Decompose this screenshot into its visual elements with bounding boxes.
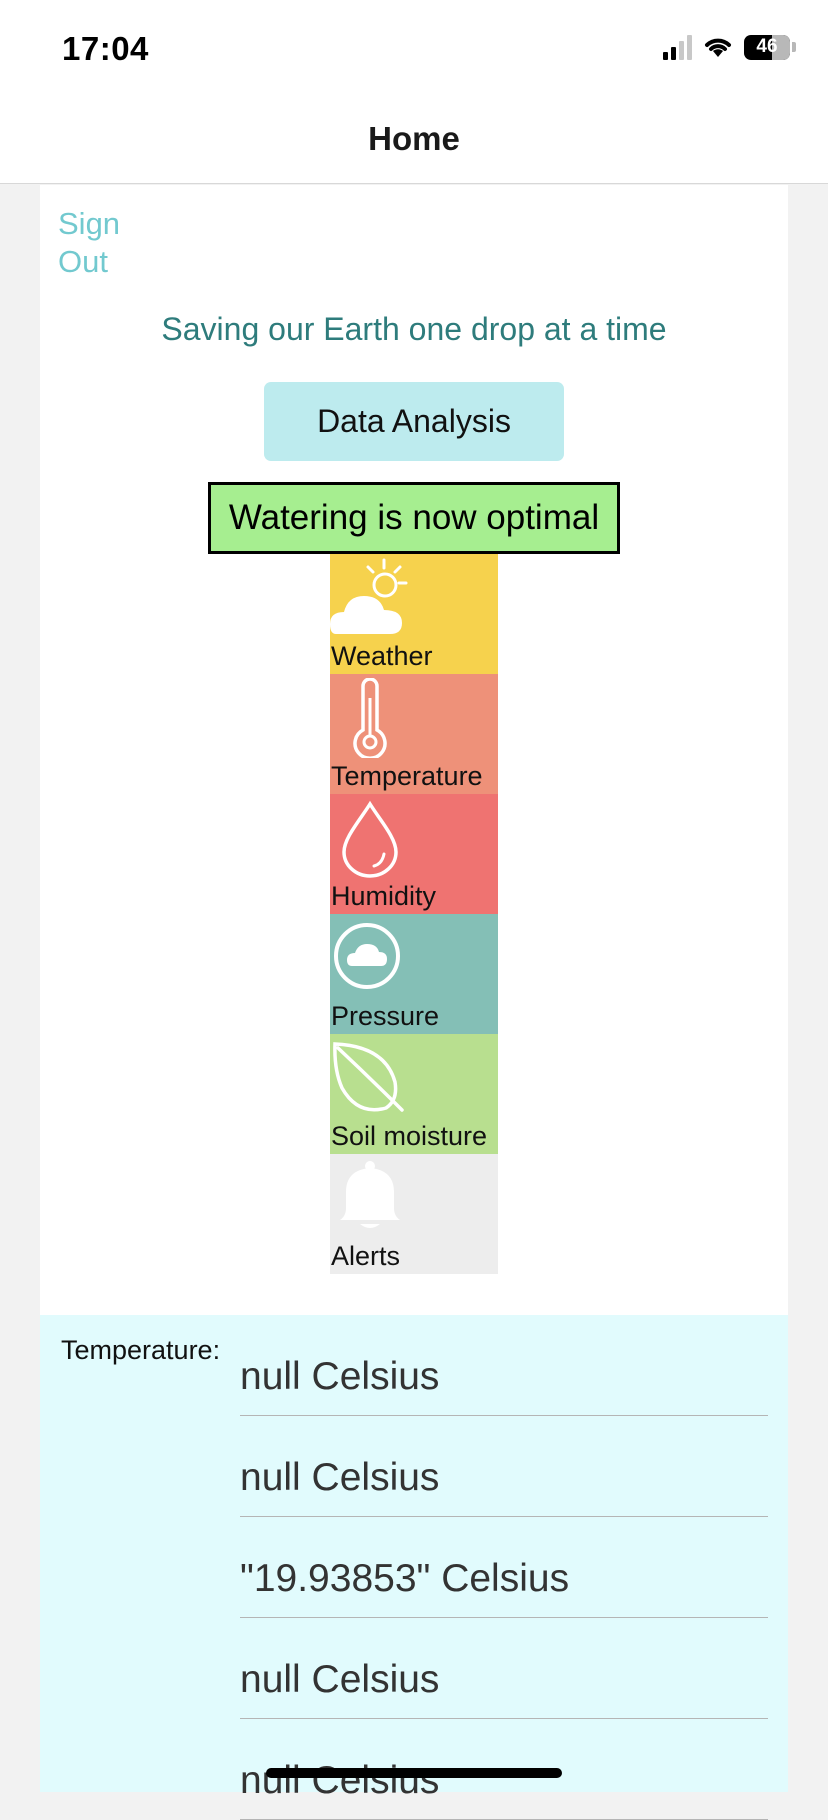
tile-label: Alerts <box>331 1241 401 1271</box>
tile-label: Weather <box>331 641 433 671</box>
tile-label: Soil moisture <box>331 1121 488 1151</box>
battery-level: 46 <box>756 36 778 57</box>
tile-label: Humidity <box>331 881 437 911</box>
watering-status-banner: Watering is now optimal <box>208 482 620 554</box>
status-icons: 46 <box>663 34 796 60</box>
list-item: null Celsius <box>240 1315 768 1416</box>
main-content: Sign Out Saving our Earth one drop at a … <box>40 185 788 1315</box>
status-time: 17:04 <box>62 30 149 67</box>
cellular-signal-icon <box>663 34 692 60</box>
tile-temperature[interactable]: Temperature <box>330 674 498 794</box>
tile-alerts[interactable]: Alerts <box>330 1154 498 1274</box>
temperature-label: Temperature: <box>61 1335 221 1365</box>
navigation-bar: Home <box>0 92 828 184</box>
temperature-readings-list[interactable]: null Celsius null Celsius "19.93853" Cel… <box>240 1315 768 1820</box>
page-title: Home <box>368 120 460 157</box>
tagline: Saving our Earth one drop at a time <box>161 311 667 347</box>
home-indicator[interactable] <box>266 1768 562 1778</box>
bell-icon <box>340 1161 400 1228</box>
droplet-icon <box>342 800 398 878</box>
tile-humidity[interactable]: Humidity <box>330 794 498 914</box>
list-item: null Celsius <box>240 1618 768 1719</box>
data-analysis-button[interactable]: Data Analysis <box>264 382 564 461</box>
status-bar: 17:04 46 <box>0 0 828 92</box>
tile-pressure[interactable]: Pressure <box>330 914 498 1034</box>
tile-label: Temperature <box>331 761 483 791</box>
leaf-icon <box>333 1042 404 1112</box>
sensor-tiles: Weather Temperature Humidity Pressure So… <box>330 554 498 1274</box>
weather-icon <box>330 558 408 634</box>
pressure-icon <box>334 923 400 989</box>
tile-label: Pressure <box>331 1001 440 1031</box>
wifi-icon <box>705 38 731 57</box>
temperature-section: Temperature: null Celsius null Celsius "… <box>40 1315 788 1820</box>
tile-weather[interactable]: Weather <box>330 554 498 674</box>
battery-icon: 46 <box>744 34 790 60</box>
list-item: null Celsius <box>240 1416 768 1517</box>
sign-out-link[interactable]: Sign Out <box>58 205 138 281</box>
thermometer-icon <box>353 678 387 758</box>
list-item: "19.93853" Celsius <box>240 1517 768 1618</box>
tile-soil-moisture[interactable]: Soil moisture <box>330 1034 498 1154</box>
